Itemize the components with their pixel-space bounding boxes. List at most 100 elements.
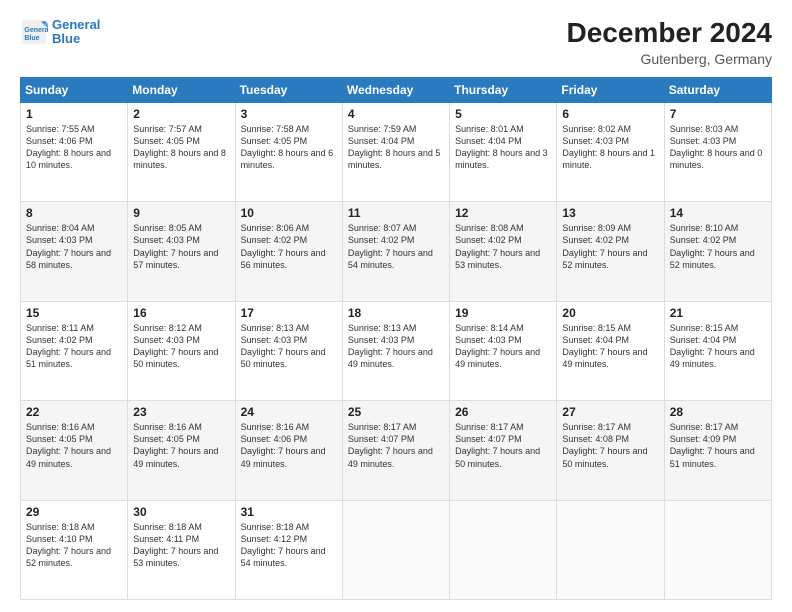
day-header-saturday: Saturday [664, 77, 771, 102]
cell-sun-info: Sunrise: 8:16 AMSunset: 4:06 PMDaylight:… [241, 422, 326, 468]
day-number: 9 [133, 206, 229, 220]
day-number: 25 [348, 405, 444, 419]
cell-sun-info: Sunrise: 7:55 AMSunset: 4:06 PMDaylight:… [26, 124, 111, 170]
day-number: 20 [562, 306, 658, 320]
cell-sun-info: Sunrise: 8:16 AMSunset: 4:05 PMDaylight:… [26, 422, 111, 468]
header: General Blue General Blue December 2024 … [20, 18, 772, 67]
svg-text:General: General [24, 27, 48, 34]
cell-sun-info: Sunrise: 8:09 AMSunset: 4:02 PMDaylight:… [562, 223, 647, 269]
calendar-week-row: 29 Sunrise: 8:18 AMSunset: 4:10 PMDayligh… [21, 500, 772, 599]
calendar-cell: 9 Sunrise: 8:05 AMSunset: 4:03 PMDaylight… [128, 202, 235, 301]
day-number: 29 [26, 505, 122, 519]
calendar-cell: 22 Sunrise: 8:16 AMSunset: 4:05 PMDayligh… [21, 401, 128, 500]
calendar-header-row: SundayMondayTuesdayWednesdayThursdayFrid… [21, 77, 772, 102]
cell-sun-info: Sunrise: 8:18 AMSunset: 4:10 PMDaylight:… [26, 522, 111, 568]
day-number: 31 [241, 505, 337, 519]
calendar-cell: 27Sunrise: 8:17 AMSunset: 4:08 PMDayligh… [557, 401, 664, 500]
cell-sun-info: Sunrise: 8:14 AMSunset: 4:03 PMDaylight:… [455, 323, 540, 369]
cell-sun-info: Sunrise: 8:17 AMSunset: 4:08 PMDaylight:… [562, 422, 647, 468]
day-number: 19 [455, 306, 551, 320]
cell-sun-info: Sunrise: 8:08 AMSunset: 4:02 PMDaylight:… [455, 223, 540, 269]
calendar-cell: 25 Sunrise: 8:17 AMSunset: 4:07 PMDayligh… [342, 401, 449, 500]
calendar-cell: 14 Sunrise: 8:10 AMSunset: 4:02 PMDayligh… [664, 202, 771, 301]
calendar-cell: 13 Sunrise: 8:09 AMSunset: 4:02 PMDayligh… [557, 202, 664, 301]
day-header-tuesday: Tuesday [235, 77, 342, 102]
calendar-week-row: 1 Sunrise: 7:55 AMSunset: 4:06 PMDaylight… [21, 102, 772, 201]
cell-sun-info: Sunrise: 8:17 AMSunset: 4:09 PMDaylight:… [670, 422, 755, 468]
day-number: 21 [670, 306, 766, 320]
calendar-week-row: 22 Sunrise: 8:16 AMSunset: 4:05 PMDayligh… [21, 401, 772, 500]
cell-sun-info: Sunrise: 7:59 AMSunset: 4:04 PMDaylight:… [348, 124, 441, 170]
day-number: 1 [26, 107, 122, 121]
calendar-cell: 2 Sunrise: 7:57 AMSunset: 4:05 PMDaylight… [128, 102, 235, 201]
day-header-sunday: Sunday [21, 77, 128, 102]
calendar-cell [342, 500, 449, 599]
cell-sun-info: Sunrise: 8:02 AMSunset: 4:03 PMDaylight:… [562, 124, 655, 170]
cell-sun-info: Sunrise: 8:04 AMSunset: 4:03 PMDaylight:… [26, 223, 111, 269]
calendar-cell: 19 Sunrise: 8:14 AMSunset: 4:03 PMDayligh… [450, 301, 557, 400]
day-number: 3 [241, 107, 337, 121]
calendar-cell: 24Sunrise: 8:16 AMSunset: 4:06 PMDayligh… [235, 401, 342, 500]
cell-sun-info: Sunrise: 8:01 AMSunset: 4:04 PMDaylight:… [455, 124, 548, 170]
day-header-monday: Monday [128, 77, 235, 102]
day-number: 26 [455, 405, 551, 419]
calendar-cell: 23 Sunrise: 8:16 AMSunset: 4:05 PMDayligh… [128, 401, 235, 500]
day-number: 11 [348, 206, 444, 220]
cell-sun-info: Sunrise: 8:07 AMSunset: 4:02 PMDaylight:… [348, 223, 433, 269]
cell-sun-info: Sunrise: 8:13 AMSunset: 4:03 PMDaylight:… [348, 323, 433, 369]
cell-sun-info: Sunrise: 8:15 AMSunset: 4:04 PMDaylight:… [562, 323, 647, 369]
logo: General Blue General Blue [20, 18, 100, 47]
day-number: 7 [670, 107, 766, 121]
cell-sun-info: Sunrise: 8:16 AMSunset: 4:05 PMDaylight:… [133, 422, 218, 468]
day-number: 17 [241, 306, 337, 320]
calendar-cell: 4Sunrise: 7:59 AMSunset: 4:04 PMDaylight… [342, 102, 449, 201]
cell-sun-info: Sunrise: 8:18 AMSunset: 4:11 PMDaylight:… [133, 522, 218, 568]
calendar-week-row: 8 Sunrise: 8:04 AMSunset: 4:03 PMDaylight… [21, 202, 772, 301]
calendar-week-row: 15Sunrise: 8:11 AMSunset: 4:02 PMDayligh… [21, 301, 772, 400]
day-number: 30 [133, 505, 229, 519]
day-number: 18 [348, 306, 444, 320]
day-number: 28 [670, 405, 766, 419]
page: General Blue General Blue December 2024 … [0, 0, 792, 612]
calendar-body: 1 Sunrise: 7:55 AMSunset: 4:06 PMDaylight… [21, 102, 772, 599]
calendar-cell: 11 Sunrise: 8:07 AMSunset: 4:02 PMDayligh… [342, 202, 449, 301]
calendar-cell: 6 Sunrise: 8:02 AMSunset: 4:03 PMDaylight… [557, 102, 664, 201]
cell-sun-info: Sunrise: 8:06 AMSunset: 4:02 PMDaylight:… [241, 223, 326, 269]
day-number: 23 [133, 405, 229, 419]
cell-sun-info: Sunrise: 8:18 AMSunset: 4:12 PMDaylight:… [241, 522, 326, 568]
day-number: 12 [455, 206, 551, 220]
calendar-cell: 1 Sunrise: 7:55 AMSunset: 4:06 PMDaylight… [21, 102, 128, 201]
calendar-cell: 8 Sunrise: 8:04 AMSunset: 4:03 PMDaylight… [21, 202, 128, 301]
day-number: 8 [26, 206, 122, 220]
cell-sun-info: Sunrise: 8:10 AMSunset: 4:02 PMDaylight:… [670, 223, 755, 269]
day-number: 2 [133, 107, 229, 121]
day-number: 10 [241, 206, 337, 220]
svg-text:Blue: Blue [24, 35, 39, 42]
day-number: 6 [562, 107, 658, 121]
subtitle: Gutenberg, Germany [567, 51, 772, 67]
calendar-cell: 31 Sunrise: 8:18 AMSunset: 4:12 PMDayligh… [235, 500, 342, 599]
day-header-friday: Friday [557, 77, 664, 102]
title-block: December 2024 Gutenberg, Germany [567, 18, 772, 67]
calendar-cell [450, 500, 557, 599]
day-number: 5 [455, 107, 551, 121]
cell-sun-info: Sunrise: 8:12 AMSunset: 4:03 PMDaylight:… [133, 323, 218, 369]
cell-sun-info: Sunrise: 7:58 AMSunset: 4:05 PMDaylight:… [241, 124, 334, 170]
day-number: 22 [26, 405, 122, 419]
calendar-cell: 3 Sunrise: 7:58 AMSunset: 4:05 PMDaylight… [235, 102, 342, 201]
cell-sun-info: Sunrise: 8:17 AMSunset: 4:07 PMDaylight:… [348, 422, 433, 468]
cell-sun-info: Sunrise: 8:03 AMSunset: 4:03 PMDaylight:… [670, 124, 763, 170]
cell-sun-info: Sunrise: 7:57 AMSunset: 4:05 PMDaylight:… [133, 124, 226, 170]
calendar-cell: 15Sunrise: 8:11 AMSunset: 4:02 PMDayligh… [21, 301, 128, 400]
day-header-thursday: Thursday [450, 77, 557, 102]
day-number: 13 [562, 206, 658, 220]
calendar-cell: 30 Sunrise: 8:18 AMSunset: 4:11 PMDayligh… [128, 500, 235, 599]
calendar-cell: 29 Sunrise: 8:18 AMSunset: 4:10 PMDayligh… [21, 500, 128, 599]
cell-sun-info: Sunrise: 8:05 AMSunset: 4:03 PMDaylight:… [133, 223, 218, 269]
calendar-cell [557, 500, 664, 599]
logo-text: General Blue [52, 18, 100, 47]
calendar-cell: 17 Sunrise: 8:13 AMSunset: 4:03 PMDayligh… [235, 301, 342, 400]
calendar-cell: 16Sunrise: 8:12 AMSunset: 4:03 PMDayligh… [128, 301, 235, 400]
day-number: 14 [670, 206, 766, 220]
cell-sun-info: Sunrise: 8:13 AMSunset: 4:03 PMDaylight:… [241, 323, 326, 369]
